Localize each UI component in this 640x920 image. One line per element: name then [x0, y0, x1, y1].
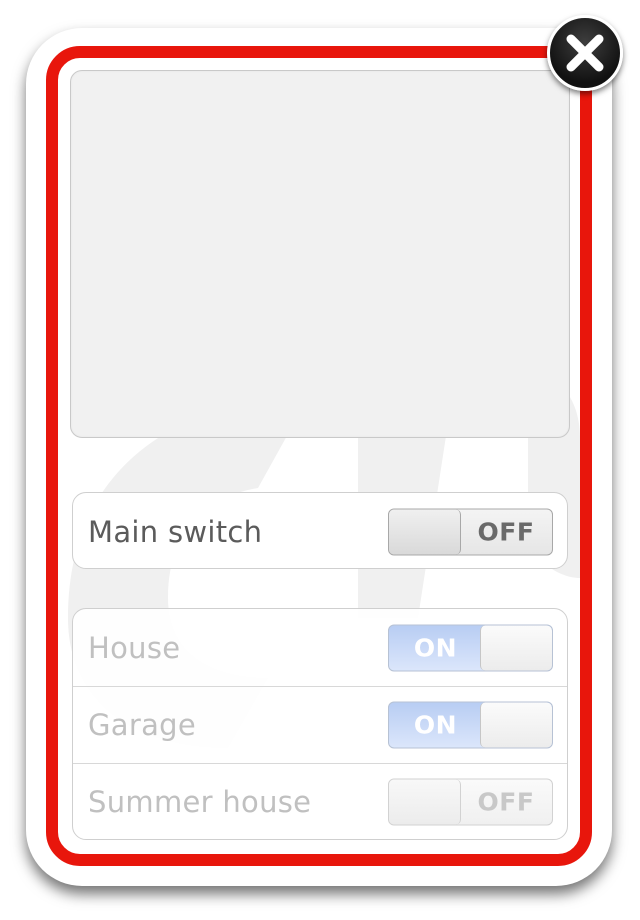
main-switch-toggle[interactable]: OFF [388, 508, 553, 555]
zone-row-garage: Garage ON [73, 686, 567, 763]
main-switch-label: Main switch [88, 514, 263, 549]
toggle-knob [480, 625, 552, 670]
zone-row-summer-house: Summer house OFF [73, 763, 567, 839]
zone-row-house: House ON [73, 609, 567, 686]
zone-label: Garage [88, 708, 196, 742]
toggle-state-text: OFF [477, 787, 535, 817]
zone-label: House [88, 630, 181, 665]
zone-toggle-garage[interactable]: ON [388, 701, 553, 749]
main-switch-row: Main switch OFF [73, 493, 567, 568]
toggle-state-text: ON [413, 710, 458, 740]
device-card-dialog: Main switch OFF House ON Garage ON Summe… [0, 0, 640, 920]
main-switch-group: Main switch OFF [72, 492, 568, 569]
toggle-knob [389, 779, 461, 825]
toggle-state-text: ON [413, 633, 458, 662]
toggle-state-text: OFF [477, 517, 535, 546]
zone-toggle-summer-house[interactable]: OFF [388, 778, 553, 826]
zone-toggle-house[interactable]: ON [388, 624, 553, 671]
zone-label: Summer house [88, 785, 312, 819]
image-placeholder [70, 70, 570, 438]
zone-switch-list: House ON Garage ON Summer house OFF [72, 608, 568, 840]
close-icon [566, 34, 604, 72]
toggle-knob [389, 509, 461, 554]
close-button[interactable] [547, 15, 623, 91]
toggle-knob [480, 702, 552, 748]
